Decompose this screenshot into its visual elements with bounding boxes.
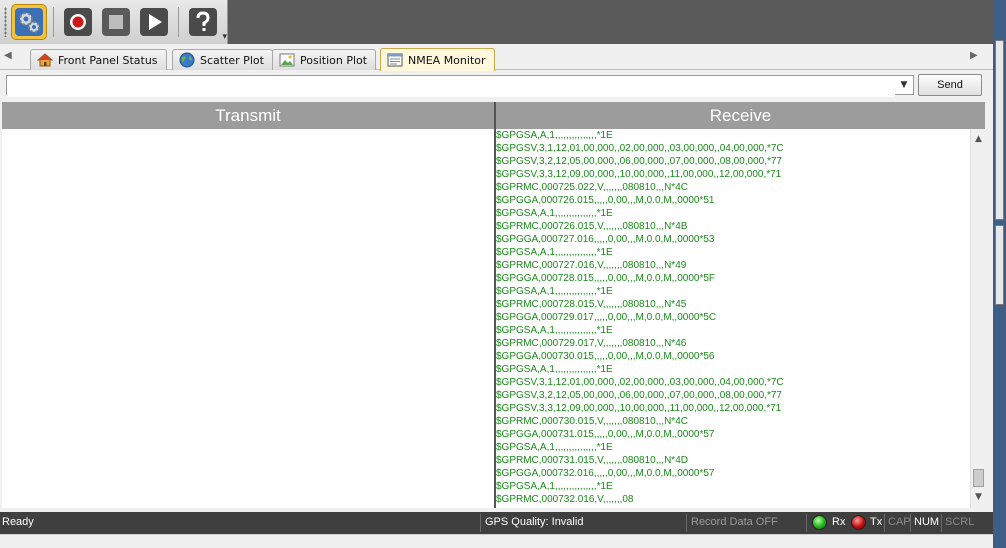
status-separator xyxy=(480,514,481,532)
num-indicator: NUM xyxy=(914,516,940,528)
scroll-up-icon[interactable]: ▲ xyxy=(971,131,986,146)
receive-line: $GPGSV,3,2,12,05,00,000,,06,00,000,,07,0… xyxy=(496,156,782,167)
cap-indicator: CAP xyxy=(888,516,911,528)
tab-scatter-plot[interactable]: Scatter Plot xyxy=(172,49,273,70)
receive-line: $GPGGA,000727.016,,,,,0,00,,,M,0.0,M,,00… xyxy=(496,234,715,245)
rx-label: Rx xyxy=(832,516,846,528)
help-button[interactable] xyxy=(185,4,221,40)
receive-line: $GPGSA,A,1,,,,,,,,,,,,,,,*1E xyxy=(496,208,613,219)
receive-header: Receive xyxy=(496,102,985,129)
status-separator xyxy=(910,514,911,532)
record-icon xyxy=(63,8,92,36)
receive-line: $GPRMC,000732.016,V,,,,,,,08 xyxy=(496,494,634,505)
tx-led-icon xyxy=(851,515,866,530)
toolbar-separator xyxy=(52,7,54,37)
receive-line: $GPGGA,000729.017,,,,,0,00,,,M,0.0,M,,00… xyxy=(496,312,717,323)
receive-panel[interactable]: $GPGSA,A,1,,,,,,,,,,,,,,,*1E $GPGSV,3,1,… xyxy=(496,129,970,508)
bottom-strip xyxy=(0,534,993,548)
receive-line: $GPGSA,A,1,,,,,,,,,,,,,,,*1E xyxy=(496,130,613,141)
tab-strip: ◀ Front Panel Status Scatter Plot Positi… xyxy=(0,44,993,71)
send-button[interactable]: Send xyxy=(918,74,982,96)
status-ready: Ready xyxy=(2,516,34,528)
scroll-down-icon[interactable]: ▼ xyxy=(971,489,986,504)
receive-line: $GPGSV,3,3,12,09,00,000,,10,00,000,,11,0… xyxy=(496,169,782,180)
app-window: ▾ ◀ Front Panel Status Scatter Plot Posi… xyxy=(0,0,1006,548)
receive-line: $GPRMC,000725.022,V,,,,,,,080810,,,N*4C xyxy=(496,182,688,193)
record-data-status: Record Data OFF xyxy=(691,516,778,528)
receive-line: $GPGSV,3,1,12,01,00,000,,02,00,000,,03,0… xyxy=(496,377,784,388)
stop-icon xyxy=(101,8,130,36)
tab-nmea-monitor[interactable]: NMEA Monitor xyxy=(380,48,495,71)
receive-scrollbar[interactable]: ▲ ▼ xyxy=(970,129,985,508)
help-icon xyxy=(188,8,217,36)
tab-scroll-right-icon[interactable]: ▶ xyxy=(970,50,978,61)
receive-line: $GPRMC,000727.016,V,,,,,,,080810,,,N*49 xyxy=(496,260,687,271)
status-separator xyxy=(806,514,807,532)
command-combobox[interactable]: ▼ xyxy=(6,75,914,97)
tx-label: Tx xyxy=(870,516,883,528)
play-icon xyxy=(139,8,168,36)
status-separator xyxy=(884,514,885,532)
receive-line: $GPRMC,000729.017,V,,,,,,,080810,,,N*46 xyxy=(496,338,687,349)
chevron-down-icon[interactable]: ▼ xyxy=(895,76,913,94)
stop-button[interactable] xyxy=(98,4,134,40)
status-bar: Ready GPS Quality: Invalid Record Data O… xyxy=(0,512,993,534)
receive-line: $GPGSA,A,1,,,,,,,,,,,,,,,*1E xyxy=(496,442,613,453)
receive-line: $GPGSV,3,1,12,01,00,000,,02,00,000,,03,0… xyxy=(496,143,784,154)
receive-line: $GPGSV,3,2,12,05,00,000,,06,00,000,,07,0… xyxy=(496,390,782,401)
side-panel-edge xyxy=(995,225,1004,305)
record-button[interactable] xyxy=(60,4,96,40)
toolbar-grip[interactable] xyxy=(4,7,7,37)
tab-position-plot[interactable]: Position Plot xyxy=(272,49,377,70)
receive-line: $GPRMC,000730.015,V,,,,,,,080810,,,N*4C xyxy=(496,416,688,427)
scrl-indicator: SCRL xyxy=(945,516,975,528)
document-icon xyxy=(387,53,403,67)
tab-label: Scatter Plot xyxy=(200,53,264,67)
receive-line: $GPRMC,000726.015,V,,,,,,,080810,,,N*4B xyxy=(496,221,688,232)
tab-front-panel-status[interactable]: Front Panel Status xyxy=(30,49,167,70)
tab-label: NMEA Monitor xyxy=(408,53,486,67)
home-icon xyxy=(37,53,53,67)
right-frame xyxy=(993,0,1006,548)
receive-line: $GPRMC,000731.015,V,,,,,,,080810,,,N*4D xyxy=(496,455,688,466)
gps-quality-status: GPS Quality: Invalid xyxy=(485,516,584,528)
receive-line: $GPRMC,000728.015,V,,,,,,,080810,,,N*45 xyxy=(496,299,687,310)
toolbar-overflow-icon[interactable]: ▾ xyxy=(222,32,227,42)
settings-gears-icon xyxy=(14,8,43,36)
scrollbar-thumb[interactable] xyxy=(973,469,984,487)
status-separator xyxy=(941,514,942,532)
receive-line: $GPGSA,A,1,,,,,,,,,,,,,,,*1E xyxy=(496,247,613,258)
toolbar-separator xyxy=(177,7,179,37)
tab-label: Front Panel Status xyxy=(58,53,158,67)
receive-line: $GPGGA,000732.016,,,,,0,00,,,M,0.0,M,,00… xyxy=(496,468,715,479)
tab-scroll-left-icon[interactable]: ◀ xyxy=(4,50,12,61)
receive-line: $GPGSA,A,1,,,,,,,,,,,,,,,*1E xyxy=(496,364,613,375)
rx-led-icon xyxy=(812,515,827,530)
receive-line: $GPGGA,000730.015,,,,,0,00,,,M,0.0,M,,00… xyxy=(496,351,715,362)
receive-log: $GPGSA,A,1,,,,,,,,,,,,,,,*1E $GPGSV,3,1,… xyxy=(496,129,970,506)
settings-button[interactable] xyxy=(10,4,47,40)
play-button[interactable] xyxy=(136,4,172,40)
toolbar: ▾ xyxy=(0,0,228,44)
transmit-panel[interactable] xyxy=(2,129,494,508)
receive-line: $GPGSA,A,1,,,,,,,,,,,,,,,*1E xyxy=(496,325,613,336)
receive-line: $GPGGA,000731.015,,,,,0,00,,,M,0.0,M,,00… xyxy=(496,429,715,440)
command-input[interactable] xyxy=(7,79,895,97)
image-icon xyxy=(279,53,295,67)
receive-line: $GPGGA,000728.015,,,,,0,00,,,M,0.0,M,,00… xyxy=(496,273,716,284)
receive-line: $GPGGA,000726.015,,,,,0,00,,,M,0.0,M,,00… xyxy=(496,195,715,206)
side-panel-edge xyxy=(995,40,1004,220)
globe-icon xyxy=(179,52,195,68)
receive-line: $GPGSV,3,3,12,09,00,000,,10,00,000,,11,0… xyxy=(496,403,782,414)
status-separator xyxy=(686,514,687,532)
receive-line: $GPGSA,A,1,,,,,,,,,,,,,,,*1E xyxy=(496,286,613,297)
receive-line: $GPGSA,A,1,,,,,,,,,,,,,,,*1E xyxy=(496,481,613,492)
command-row: ▼ Send xyxy=(0,71,993,101)
transmit-header: Transmit xyxy=(2,102,494,129)
tab-label: Position Plot xyxy=(300,53,368,67)
